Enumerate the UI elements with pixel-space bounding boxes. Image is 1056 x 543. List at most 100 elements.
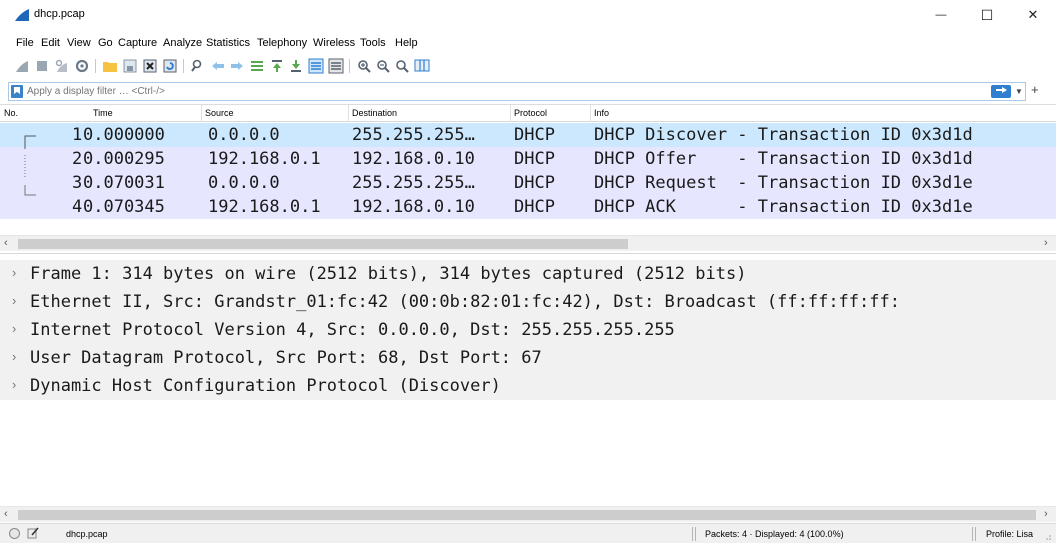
zoom-in-icon[interactable]: [356, 58, 372, 74]
scroll-right-icon[interactable]: ›: [1044, 237, 1048, 249]
packet-list: No. Time Source Destination Protocol Inf…: [0, 104, 1056, 252]
go-first-icon[interactable]: [269, 58, 285, 74]
detail-row-dhcp[interactable]: › Dynamic Host Configuration Protocol (D…: [0, 372, 1056, 400]
packet-list-header: No. Time Source Destination Protocol Inf…: [0, 105, 1056, 122]
cell-destination: 192.168.0.10: [352, 197, 475, 217]
expand-arrow-icon[interactable]: ›: [12, 377, 16, 392]
capture-options-icon[interactable]: [74, 58, 90, 74]
column-divider[interactable]: [348, 105, 349, 122]
detail-row-udp[interactable]: › User Datagram Protocol, Src Port: 68, …: [0, 344, 1056, 372]
minimize-icon: —: [935, 9, 947, 21]
shark-fin-start-icon[interactable]: [14, 58, 30, 74]
expand-arrow-icon[interactable]: ›: [12, 265, 16, 280]
menu-analyze[interactable]: Analyze: [163, 37, 202, 49]
column-header-protocol[interactable]: Protocol: [514, 108, 547, 118]
details-scrollbar[interactable]: ‹ ›: [0, 506, 1056, 522]
column-header-destination[interactable]: Destination: [352, 108, 397, 118]
status-profile[interactable]: Profile: Lisa: [986, 529, 1033, 539]
scroll-right-icon[interactable]: ›: [1044, 508, 1048, 520]
detail-row-ipv4[interactable]: › Internet Protocol Version 4, Src: 0.0.…: [0, 316, 1056, 344]
packet-row-1[interactable]: 1 0.000000 0.0.0.0 255.255.255… DHCP DHC…: [0, 123, 1056, 147]
maximize-button[interactable]: ☐: [964, 0, 1010, 30]
cell-no: 4: [72, 197, 83, 217]
menu-wireless[interactable]: Wireless: [313, 37, 355, 49]
minimize-button[interactable]: —: [918, 0, 964, 30]
scrollbar-thumb[interactable]: [18, 510, 1036, 520]
resize-grip-icon[interactable]: [1044, 533, 1052, 541]
column-header-time[interactable]: Time: [93, 108, 113, 118]
cell-info: DHCP Offer - Transaction ID 0x3d1d: [594, 149, 973, 169]
scroll-left-icon[interactable]: ‹: [4, 508, 8, 520]
column-header-source[interactable]: Source: [205, 108, 234, 118]
related-packets-bracket-icon: [24, 135, 36, 196]
menu-capture[interactable]: Capture: [118, 37, 157, 49]
stop-capture-icon[interactable]: [34, 58, 50, 74]
cell-source: 192.168.0.1: [208, 197, 321, 217]
find-packet-icon[interactable]: [190, 58, 206, 74]
packet-list-scrollbar[interactable]: ‹ ›: [0, 235, 1056, 251]
colorize-icon[interactable]: [328, 58, 344, 74]
zoom-out-icon[interactable]: [375, 58, 391, 74]
bookmark-icon[interactable]: [11, 85, 23, 98]
status-file-name: dhcp.pcap: [66, 529, 108, 539]
cell-protocol: DHCP: [514, 125, 555, 145]
save-file-icon[interactable]: [122, 58, 138, 74]
packet-row-4[interactable]: 4 0.070345 192.168.0.1 192.168.0.10 DHCP…: [0, 195, 1056, 219]
detail-row-frame[interactable]: › Frame 1: 314 bytes on wire (2512 bits)…: [0, 260, 1056, 288]
menu-bar: File Edit View Go Capture Analyze Statis…: [0, 37, 1056, 55]
column-header-info[interactable]: Info: [594, 108, 609, 118]
menu-edit[interactable]: Edit: [41, 37, 60, 49]
column-divider[interactable]: [590, 105, 591, 122]
cell-info: DHCP ACK - Transaction ID 0x3d1e: [594, 197, 973, 217]
menu-go[interactable]: Go: [98, 37, 113, 49]
menu-statistics[interactable]: Statistics: [206, 37, 250, 49]
reload-file-icon[interactable]: [162, 58, 178, 74]
maximize-icon: ☐: [980, 6, 994, 23]
menu-view[interactable]: View: [67, 37, 91, 49]
resize-columns-icon[interactable]: [414, 58, 430, 74]
cell-protocol: DHCP: [514, 173, 555, 193]
cell-info: DHCP Discover - Transaction ID 0x3d1d: [594, 125, 973, 145]
menu-file[interactable]: File: [16, 37, 34, 49]
detail-text: Internet Protocol Version 4, Src: 0.0.0.…: [30, 320, 675, 340]
go-forward-icon[interactable]: [229, 58, 245, 74]
column-divider[interactable]: [201, 105, 202, 122]
open-file-icon[interactable]: [102, 58, 118, 74]
display-filter-input[interactable]: [27, 84, 987, 99]
autoscroll-icon[interactable]: [308, 58, 324, 74]
menu-telephony[interactable]: Telephony: [257, 37, 307, 49]
column-divider[interactable]: [510, 105, 511, 122]
packet-details-pane: › Frame 1: 314 bytes on wire (2512 bits)…: [0, 253, 1056, 523]
detail-row-ethernet[interactable]: › Ethernet II, Src: Grandstr_01:fc:42 (0…: [0, 288, 1056, 316]
close-icon: ✕: [1027, 7, 1039, 22]
zoom-normal-icon[interactable]: [394, 58, 410, 74]
go-to-packet-icon[interactable]: [249, 58, 265, 74]
expert-info-icon[interactable]: [9, 528, 20, 539]
column-header-no[interactable]: No.: [4, 108, 18, 118]
cell-time: 0.070031: [83, 173, 165, 193]
cell-time: 0.000000: [83, 125, 165, 145]
edit-comment-icon[interactable]: [26, 526, 40, 540]
restart-capture-icon[interactable]: [54, 58, 70, 74]
expand-arrow-icon[interactable]: ›: [12, 321, 16, 336]
status-divider: [692, 527, 693, 541]
cell-no: 1: [72, 125, 83, 145]
go-back-icon[interactable]: [210, 58, 226, 74]
scrollbar-thumb[interactable]: [18, 239, 628, 249]
apply-filter-arrow-icon[interactable]: [991, 85, 1011, 98]
close-file-icon[interactable]: [142, 58, 158, 74]
menu-tools[interactable]: Tools: [360, 37, 386, 49]
close-button[interactable]: ✕: [1010, 0, 1056, 30]
chevron-down-icon[interactable]: ▼: [1013, 85, 1025, 98]
cell-source: 0.0.0.0: [208, 125, 280, 145]
title-bar: dhcp.pcap — ☐ ✕: [0, 0, 1056, 30]
menu-help[interactable]: Help: [395, 37, 418, 49]
go-last-icon[interactable]: [288, 58, 304, 74]
add-filter-button[interactable]: +: [1031, 82, 1039, 97]
expand-arrow-icon[interactable]: ›: [12, 293, 16, 308]
packet-row-2[interactable]: 2 0.000295 192.168.0.1 192.168.0.10 DHCP…: [0, 147, 1056, 171]
packet-row-3[interactable]: 3 0.070031 0.0.0.0 255.255.255… DHCP DHC…: [0, 171, 1056, 195]
cell-no: 2: [72, 149, 83, 169]
expand-arrow-icon[interactable]: ›: [12, 349, 16, 364]
scroll-left-icon[interactable]: ‹: [4, 237, 8, 249]
